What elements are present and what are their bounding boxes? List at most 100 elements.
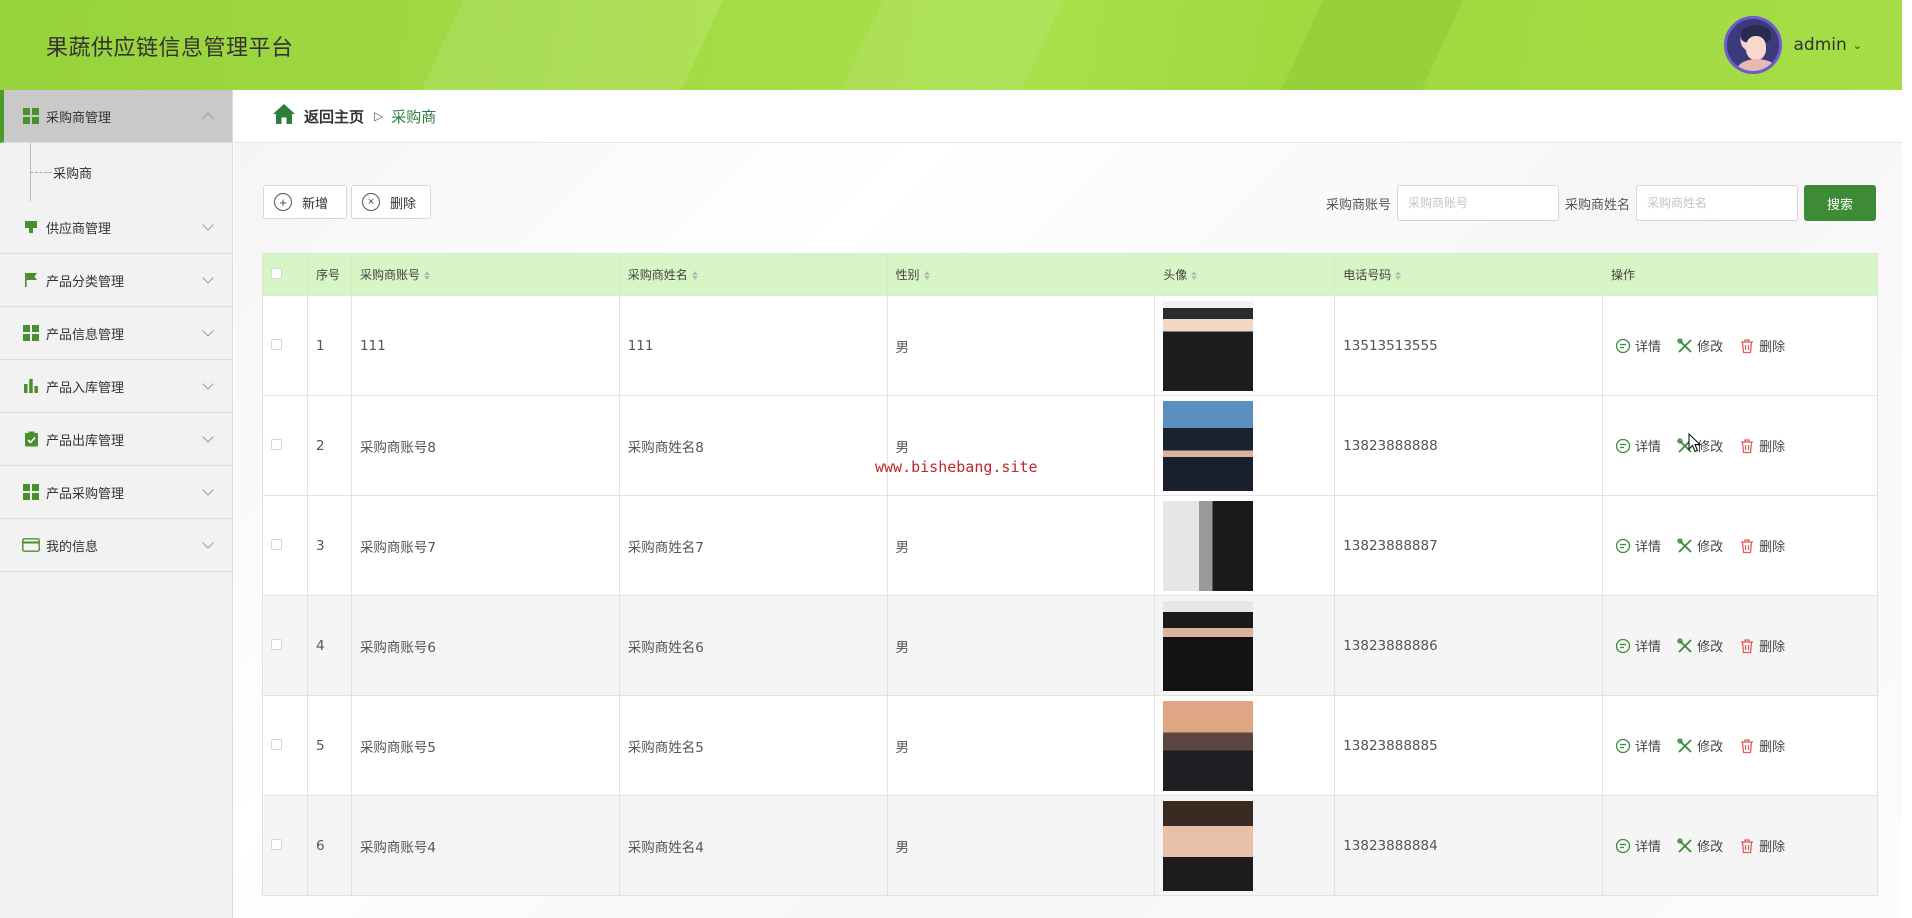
delete-button[interactable]: × 删除	[351, 185, 431, 219]
sidebar-item-label: 产品出库管理	[46, 433, 125, 449]
row-checkbox[interactable]	[271, 338, 282, 350]
avatar-photo	[1163, 400, 1254, 491]
sidebar-subitem-buyer[interactable]: 采购商	[0, 143, 232, 201]
search-button[interactable]: 搜索	[1804, 185, 1876, 221]
add-button[interactable]: + 新增	[263, 185, 347, 219]
column-header-avatar[interactable]: 头像	[1154, 253, 1336, 296]
cell-phone: 13823888888	[1334, 395, 1604, 496]
sidebar-item-stock-in-management[interactable]: 产品入库管理	[0, 360, 232, 413]
cell-gender: 男	[886, 495, 1156, 596]
user-menu[interactable]: admin ⌄	[1723, 16, 1862, 74]
username[interactable]: admin	[1794, 35, 1847, 55]
chevron-down-icon	[202, 378, 214, 390]
sidebar-item-label: 采购商管理	[46, 110, 112, 126]
breadcrumb-current: 采购商	[391, 107, 437, 126]
row-delete-button[interactable]: 删除	[1739, 336, 1785, 355]
cell-avatar	[1154, 295, 1336, 396]
sort-icon[interactable]	[423, 271, 430, 280]
sort-icon[interactable]	[1191, 271, 1198, 280]
detail-button[interactable]: 详情	[1615, 836, 1661, 855]
column-header-account[interactable]: 采购商账号	[350, 253, 620, 296]
cell-phone: 13513513555	[1334, 295, 1604, 396]
row-delete-button[interactable]: 删除	[1739, 636, 1785, 655]
detail-button[interactable]: 详情	[1615, 536, 1661, 555]
row-delete-button[interactable]: 删除	[1739, 536, 1785, 555]
sidebar-item-my-info[interactable]: 我的信息	[0, 519, 232, 572]
trash-icon	[1741, 838, 1754, 853]
row-delete-button[interactable]: 删除	[1739, 436, 1785, 455]
select-all-checkbox[interactable]	[271, 267, 282, 279]
row-select-cell[interactable]	[262, 295, 308, 396]
row-delete-button[interactable]: 删除	[1739, 736, 1785, 755]
cell-account: 采购商账号7	[350, 495, 620, 596]
chevron-down-icon	[202, 325, 214, 337]
account-search-label: 采购商账号	[1325, 197, 1391, 213]
cell-avatar	[1154, 495, 1336, 596]
detail-label: 详情	[1635, 740, 1662, 755]
home-icon[interactable]	[272, 103, 296, 129]
detail-button[interactable]: 详情	[1615, 436, 1661, 455]
edit-button[interactable]: 修改	[1677, 736, 1723, 755]
cell-gender: 男	[886, 595, 1156, 696]
plus-icon: +	[274, 193, 292, 211]
column-header-name[interactable]: 采购商姓名	[618, 253, 888, 296]
column-header-gender[interactable]: 性别	[886, 253, 1156, 296]
detail-icon	[1615, 838, 1631, 853]
avatar-photo	[1163, 500, 1254, 591]
sidebar-item-category-management[interactable]: 产品分类管理	[0, 254, 232, 307]
detail-icon	[1615, 538, 1631, 553]
sort-icon[interactable]	[691, 271, 698, 280]
top-header: 果蔬供应链信息管理平台 admin ⌄	[0, 0, 1902, 90]
cell-index: 5	[306, 695, 352, 796]
breadcrumb-home-link[interactable]: 返回主页	[304, 106, 364, 127]
row-select-cell[interactable]	[262, 495, 308, 596]
row-checkbox[interactable]	[271, 538, 282, 550]
sidebar-item-label: 供应商管理	[46, 221, 112, 237]
row-delete-label: 删除	[1759, 640, 1786, 655]
chevron-down-icon[interactable]: ⌄	[1853, 39, 1862, 52]
cell-avatar	[1154, 795, 1336, 896]
sidebar-item-stock-out-management[interactable]: 产品出库管理	[0, 413, 232, 466]
row-delete-label: 删除	[1759, 340, 1786, 355]
detail-button[interactable]: 详情	[1615, 336, 1661, 355]
edit-button[interactable]: 修改	[1677, 836, 1723, 855]
name-search-input[interactable]	[1636, 185, 1798, 221]
edit-button[interactable]: 修改	[1677, 336, 1723, 355]
account-search-input[interactable]	[1396, 185, 1559, 221]
row-select-cell[interactable]	[262, 595, 308, 696]
header-decoration	[407, 0, 733, 90]
edit-button[interactable]: 修改	[1677, 636, 1723, 655]
sidebar-item-purchase-management[interactable]: 产品采购管理	[0, 466, 232, 519]
cell-phone: 13823888886	[1334, 595, 1604, 696]
row-checkbox[interactable]	[271, 438, 282, 450]
sort-icon[interactable]	[923, 271, 930, 280]
row-select-cell[interactable]	[262, 795, 308, 896]
sidebar-item-buyer-management[interactable]: 采购商管理	[0, 90, 232, 143]
cell-avatar	[1154, 595, 1336, 696]
user-avatar[interactable]	[1723, 16, 1782, 74]
detail-button[interactable]: 详情	[1615, 636, 1661, 655]
sidebar-item-label: 产品分类管理	[46, 274, 125, 290]
sidebar-item-supplier-management[interactable]: 供应商管理	[0, 201, 232, 254]
edit-icon	[1677, 537, 1692, 553]
sidebar-subitem-label[interactable]: 采购商	[53, 163, 92, 182]
edit-button[interactable]: 修改	[1677, 536, 1723, 555]
detail-button[interactable]: 详情	[1615, 736, 1661, 755]
row-checkbox[interactable]	[271, 638, 282, 650]
row-delete-button[interactable]: 删除	[1739, 836, 1785, 855]
row-select-cell[interactable]	[262, 395, 308, 496]
sidebar-item-product-info-management[interactable]: 产品信息管理	[0, 307, 232, 360]
delete-button-label: 删除	[390, 195, 417, 211]
watermark-text: www.bishebang.site	[875, 458, 1038, 476]
select-all-cell[interactable]	[262, 253, 308, 296]
cell-account: 采购商账号8	[350, 395, 620, 496]
row-checkbox[interactable]	[271, 738, 282, 750]
cell-actions: 详情 修改 删除	[1602, 395, 1878, 496]
close-icon: ×	[362, 193, 380, 211]
row-checkbox[interactable]	[271, 838, 282, 850]
sort-icon[interactable]	[1395, 271, 1402, 280]
cell-account: 采购商账号6	[350, 595, 620, 696]
column-header-phone[interactable]: 电话号码	[1334, 253, 1604, 296]
edit-icon	[1677, 637, 1692, 653]
row-select-cell[interactable]	[262, 695, 308, 796]
